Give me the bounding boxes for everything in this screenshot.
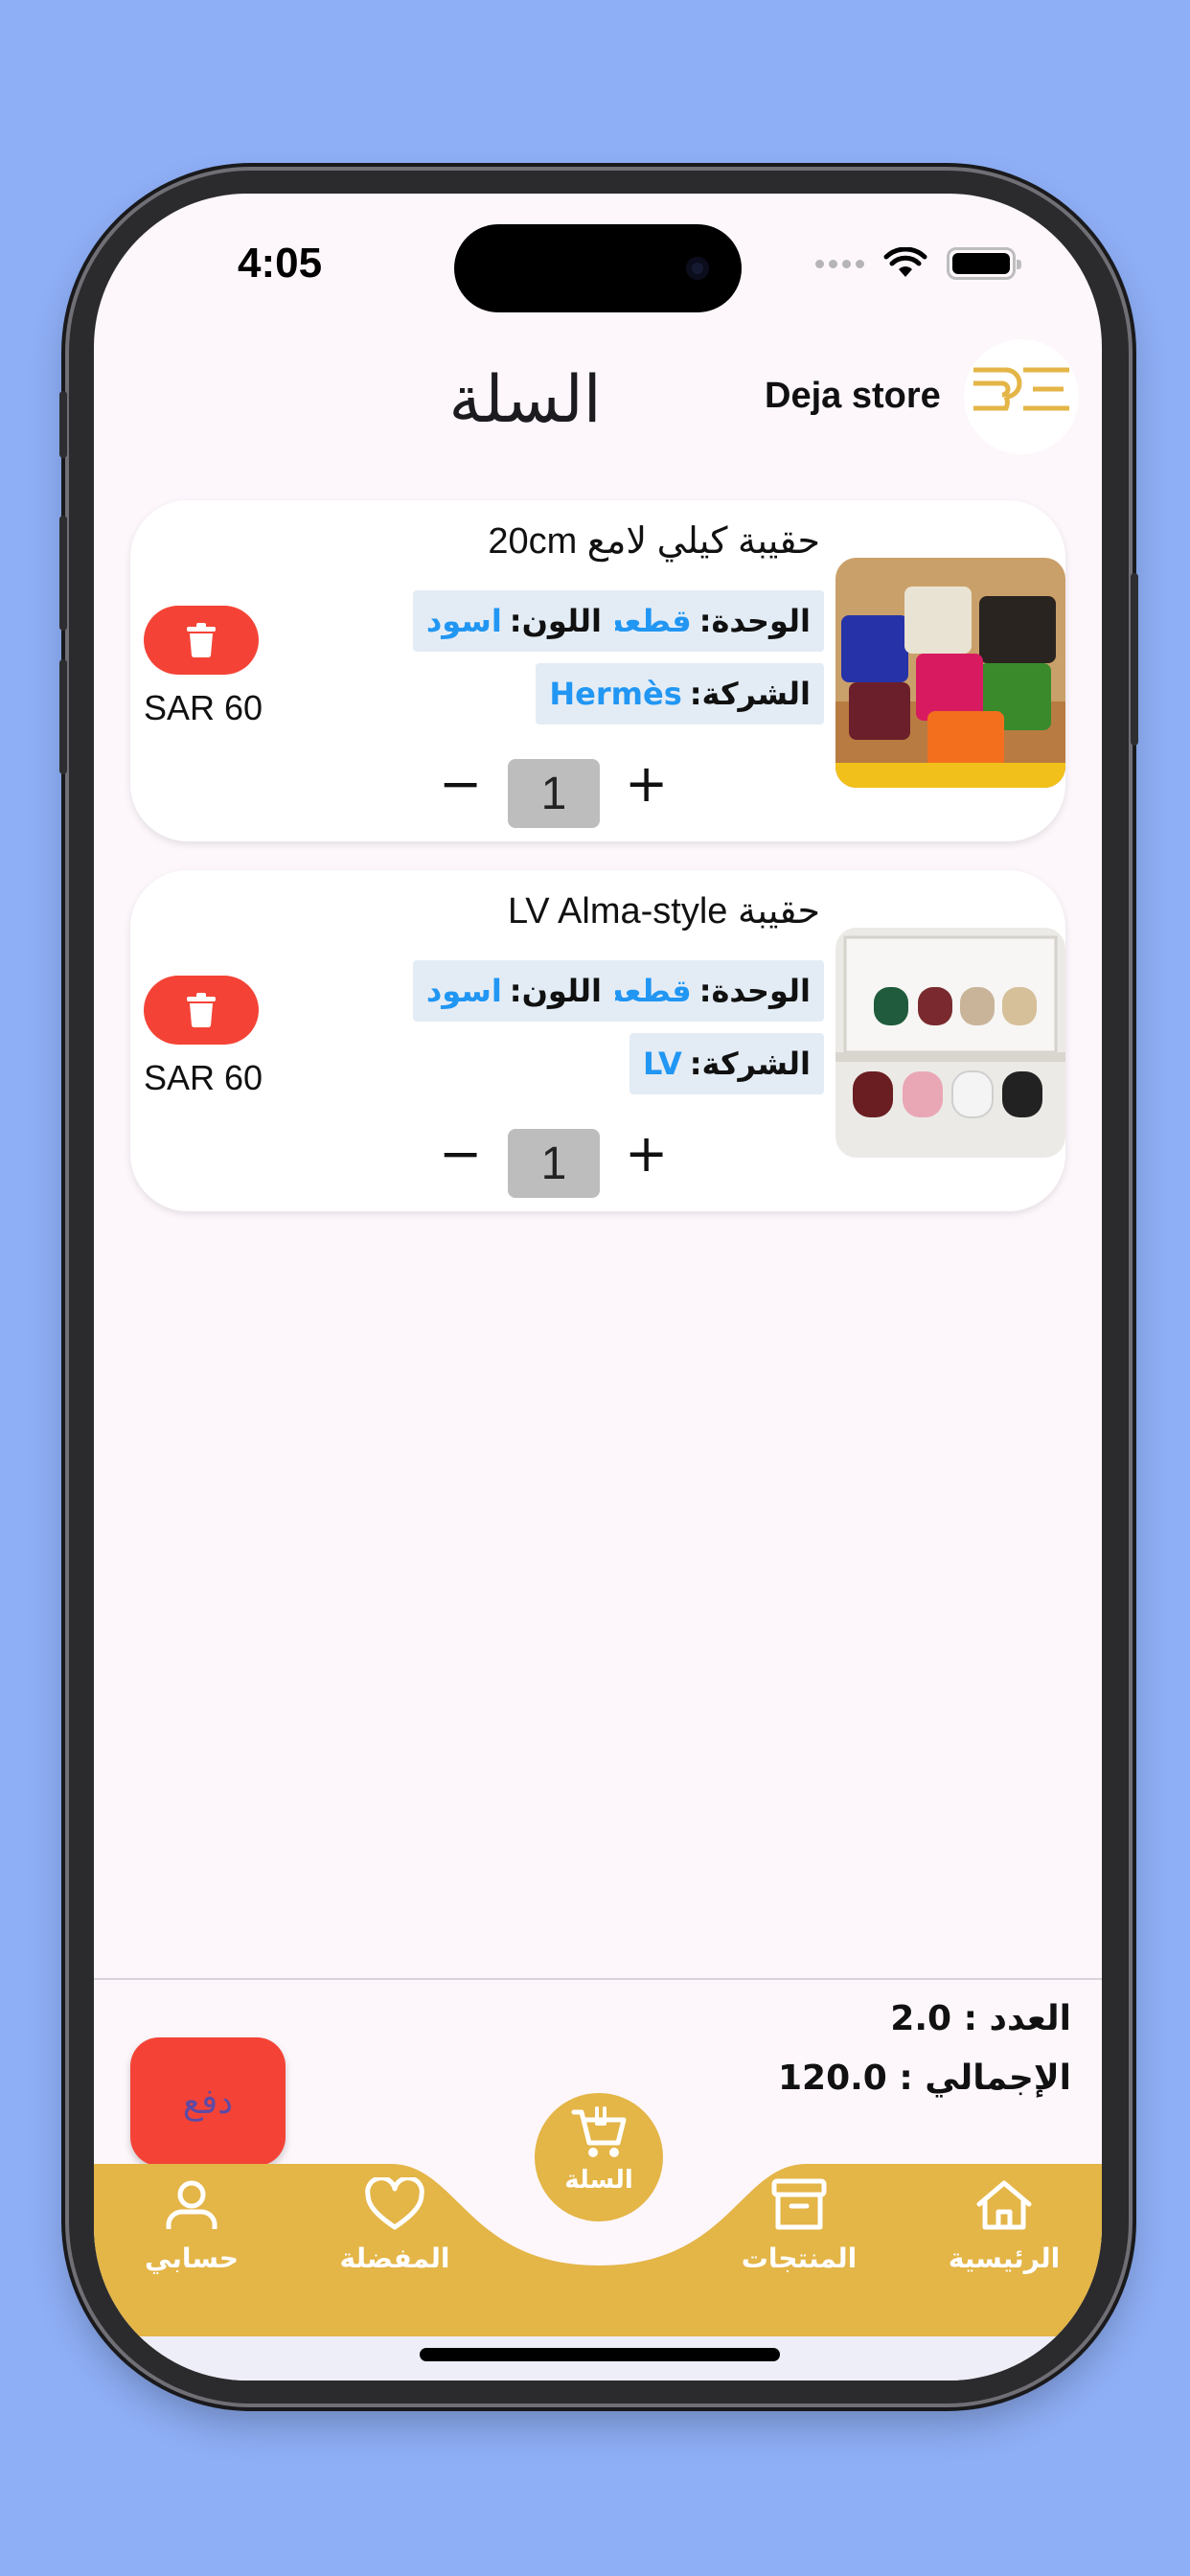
unit-chip: الوحدة: قطعه (592, 590, 824, 652)
power-button (1131, 573, 1138, 746)
color-value: اسود (425, 603, 502, 639)
cart-add-icon (571, 2106, 627, 2157)
nav-account-label: حسابي (144, 2242, 240, 2274)
color-label: اللون: (509, 973, 602, 1009)
nav-cart[interactable]: السلة (535, 2093, 663, 2221)
divider (94, 1978, 1102, 1980)
product-image[interactable] (835, 558, 1065, 788)
brand-label: الشركة: (689, 1046, 811, 1082)
unit-label: الوحدة: (698, 973, 811, 1009)
increase-button[interactable]: + (625, 1123, 668, 1184)
nav-home[interactable]: الرئيسية (918, 2177, 1090, 2274)
item-price: SAR 60 (144, 688, 263, 727)
product-title: حقيبة LV Alma-style (507, 891, 820, 932)
volume-up-button (59, 516, 67, 631)
brand-label: الشركة: (689, 676, 811, 712)
color-label: اللون: (509, 603, 602, 639)
delete-button[interactable] (144, 606, 259, 675)
app-screen: 4:05 السلة Deja store حقيبة كيلي لامع 20… (94, 194, 1102, 2380)
trash-icon (187, 623, 216, 657)
page-title: السلة (448, 362, 602, 438)
brand-chip: الشركة: Hermès (536, 663, 824, 724)
nav-home-label: الرئيسية (948, 2242, 1061, 2274)
decrease-button[interactable]: − (439, 1123, 482, 1184)
cart-item-card[interactable]: حقيبة LV Alma-style الوحدة: قطعه اللون: … (130, 870, 1065, 1211)
item-price: SAR 60 (144, 1058, 263, 1097)
brand-value: LV (642, 1046, 682, 1082)
brand-chip: الشركة: LV (629, 1033, 824, 1094)
unit-label: الوحدة: (698, 603, 811, 639)
unit-value: قطعه (606, 603, 692, 639)
color-chip: اللون: اسود (412, 960, 615, 1022)
nav-favorites[interactable]: المفضلة (309, 2175, 481, 2274)
mute-switch (59, 391, 67, 458)
product-title: حقيبة كيلي لامع 20cm (488, 521, 820, 562)
quantity-value: 1 (508, 1129, 600, 1198)
color-value: اسود (425, 973, 502, 1009)
archive-box-icon (771, 2178, 827, 2230)
nav-account[interactable]: حسابي (105, 2177, 278, 2274)
product-image[interactable] (835, 928, 1065, 1158)
nav-favorites-label: المفضلة (339, 2242, 450, 2274)
person-icon (166, 2180, 217, 2229)
cart-item-card[interactable]: حقيبة كيلي لامع 20cm الوحدة: قطعه اللون:… (130, 500, 1065, 841)
pay-button[interactable]: دفع (130, 2037, 286, 2166)
total-amount: الإجمالي : 120.0 (777, 2058, 1071, 2098)
deja-logo-icon (973, 367, 1069, 411)
heart-icon (365, 2175, 424, 2230)
decrease-button[interactable]: − (439, 753, 482, 814)
trash-icon (187, 993, 216, 1027)
home-indicator[interactable] (420, 2348, 780, 2361)
battery-icon (947, 247, 1021, 280)
store-name: Deja store (765, 376, 941, 416)
store-logo[interactable] (964, 339, 1079, 454)
status-icons (815, 247, 1021, 280)
color-chip: اللون: اسود (412, 590, 615, 652)
increase-button[interactable]: + (625, 753, 668, 814)
nav-products-label: المنتجات (741, 2242, 858, 2274)
status-time: 4:05 (238, 240, 323, 287)
wifi-icon (883, 247, 927, 277)
nav-products[interactable]: المنتجات (713, 2177, 885, 2274)
dynamic-island (454, 224, 742, 312)
volume-down-button (59, 659, 67, 774)
camera-icon (686, 257, 709, 280)
item-count: العدد : 2.0 (890, 1999, 1071, 2038)
signal-icon (815, 259, 864, 268)
quantity-value: 1 (508, 759, 600, 828)
delete-button[interactable] (144, 976, 259, 1045)
brand-value: Hermès (549, 676, 682, 712)
home-icon (976, 2180, 1032, 2230)
nav-cart-label: السلة (564, 2166, 633, 2195)
unit-chip: الوحدة: قطعه (592, 960, 824, 1022)
unit-value: قطعه (606, 973, 692, 1009)
